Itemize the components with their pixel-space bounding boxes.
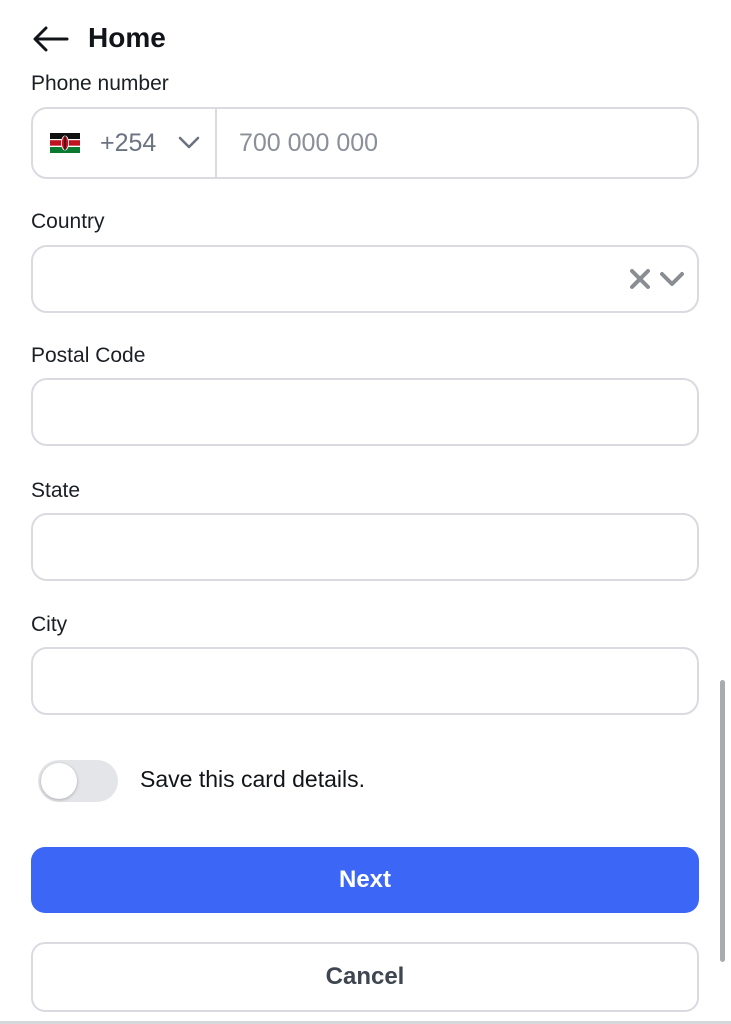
save-card-toggle[interactable] (38, 760, 118, 802)
save-card-label: Save this card details. (140, 766, 366, 792)
phone-number-field: +254 (31, 107, 699, 179)
state-field (31, 513, 699, 581)
scrollbar[interactable] (720, 680, 725, 962)
chevron-down-icon (178, 136, 200, 150)
top-bar: Home (0, 14, 731, 64)
country-label: Country (31, 210, 105, 233)
country-select[interactable] (31, 245, 699, 313)
next-button[interactable]: Next (31, 847, 699, 913)
page-title: Home (88, 22, 166, 53)
phone-number-label: Phone number (31, 72, 169, 95)
checkout-address-screen: Home Phone number +254 700 000 000 Count… (0, 0, 731, 1024)
arrow-left-icon (33, 26, 69, 52)
close-icon[interactable] (629, 268, 651, 290)
state-input[interactable] (33, 515, 697, 579)
state-label: State (31, 479, 81, 502)
city-label: City (31, 613, 68, 636)
chevron-down-icon[interactable] (659, 271, 685, 287)
postal-code-input[interactable] (33, 380, 697, 444)
country-code-selector[interactable]: +254 (33, 109, 217, 177)
postal-code-field (31, 378, 699, 446)
city-field (31, 647, 699, 715)
postal-code-label: Postal Code (31, 344, 146, 367)
city-input[interactable] (33, 649, 697, 713)
cancel-button[interactable]: Cancel (31, 942, 699, 1012)
kenya-flag-icon (50, 133, 80, 153)
back-button[interactable] (32, 24, 70, 54)
country-actions (629, 247, 685, 311)
phone-number-input[interactable] (219, 109, 697, 177)
dial-code: +254 (100, 128, 157, 157)
toggle-knob (41, 763, 77, 799)
